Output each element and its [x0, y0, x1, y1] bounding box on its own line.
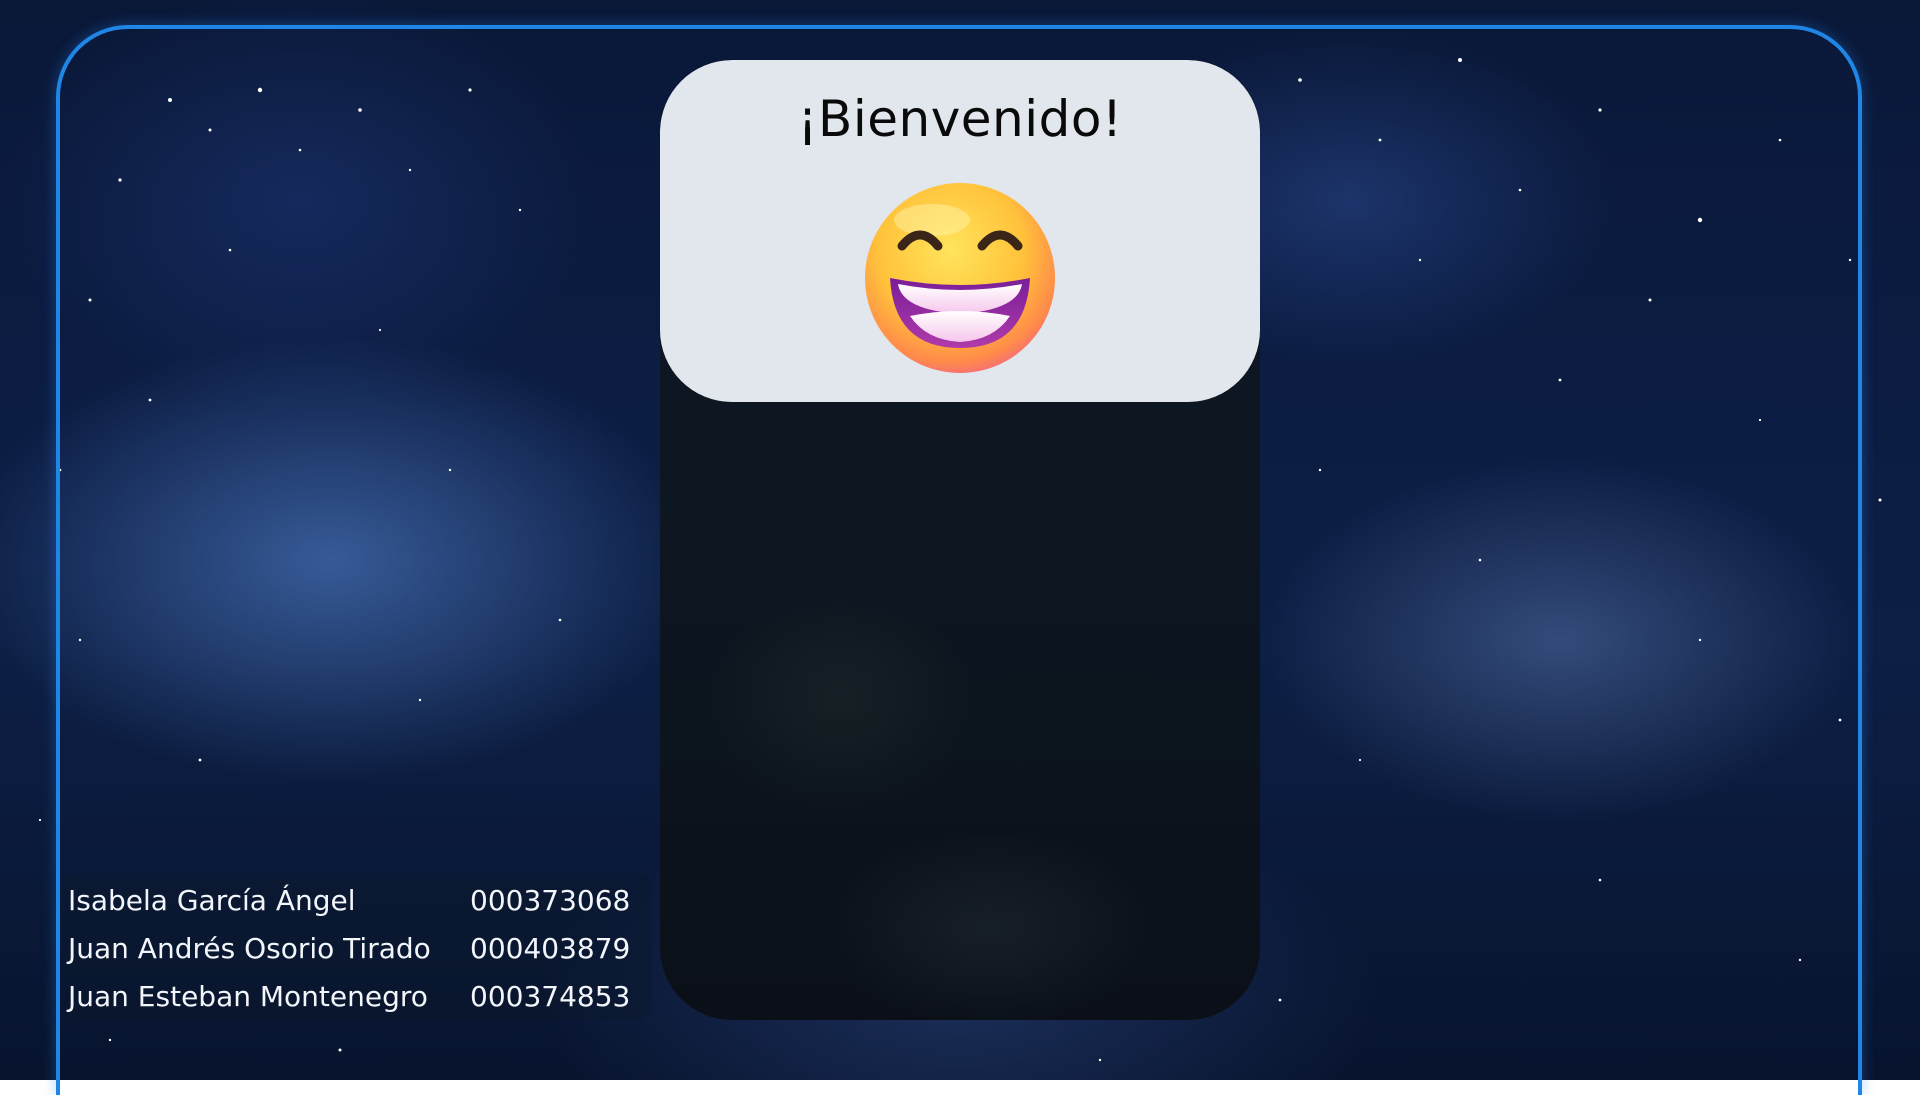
- credit-id: 000373068: [470, 884, 631, 917]
- credit-name: Juan Andrés Osorio Tirado: [68, 932, 431, 965]
- credit-name: Juan Esteban Montenegro: [68, 980, 428, 1013]
- credit-id: 000403879: [470, 932, 631, 965]
- credit-id: 000374853: [470, 980, 631, 1013]
- grinning-face-with-smiling-eyes-icon: [862, 180, 1058, 376]
- credit-row: Juan Esteban Montenegro 000374853: [68, 975, 648, 1019]
- credit-row: Juan Andrés Osorio Tirado 000403879: [68, 927, 648, 971]
- welcome-panel: ¡Bienvenido!: [660, 60, 1260, 402]
- welcome-title: ¡Bienvenido!: [797, 90, 1123, 148]
- main-card: ¡Bienvenido!: [660, 60, 1260, 1020]
- credits-panel: Isabela García Ángel 000373068 Juan Andr…: [62, 873, 652, 1019]
- credit-name: Isabela García Ángel: [68, 884, 356, 917]
- credit-row: Isabela García Ángel 000373068: [68, 879, 648, 923]
